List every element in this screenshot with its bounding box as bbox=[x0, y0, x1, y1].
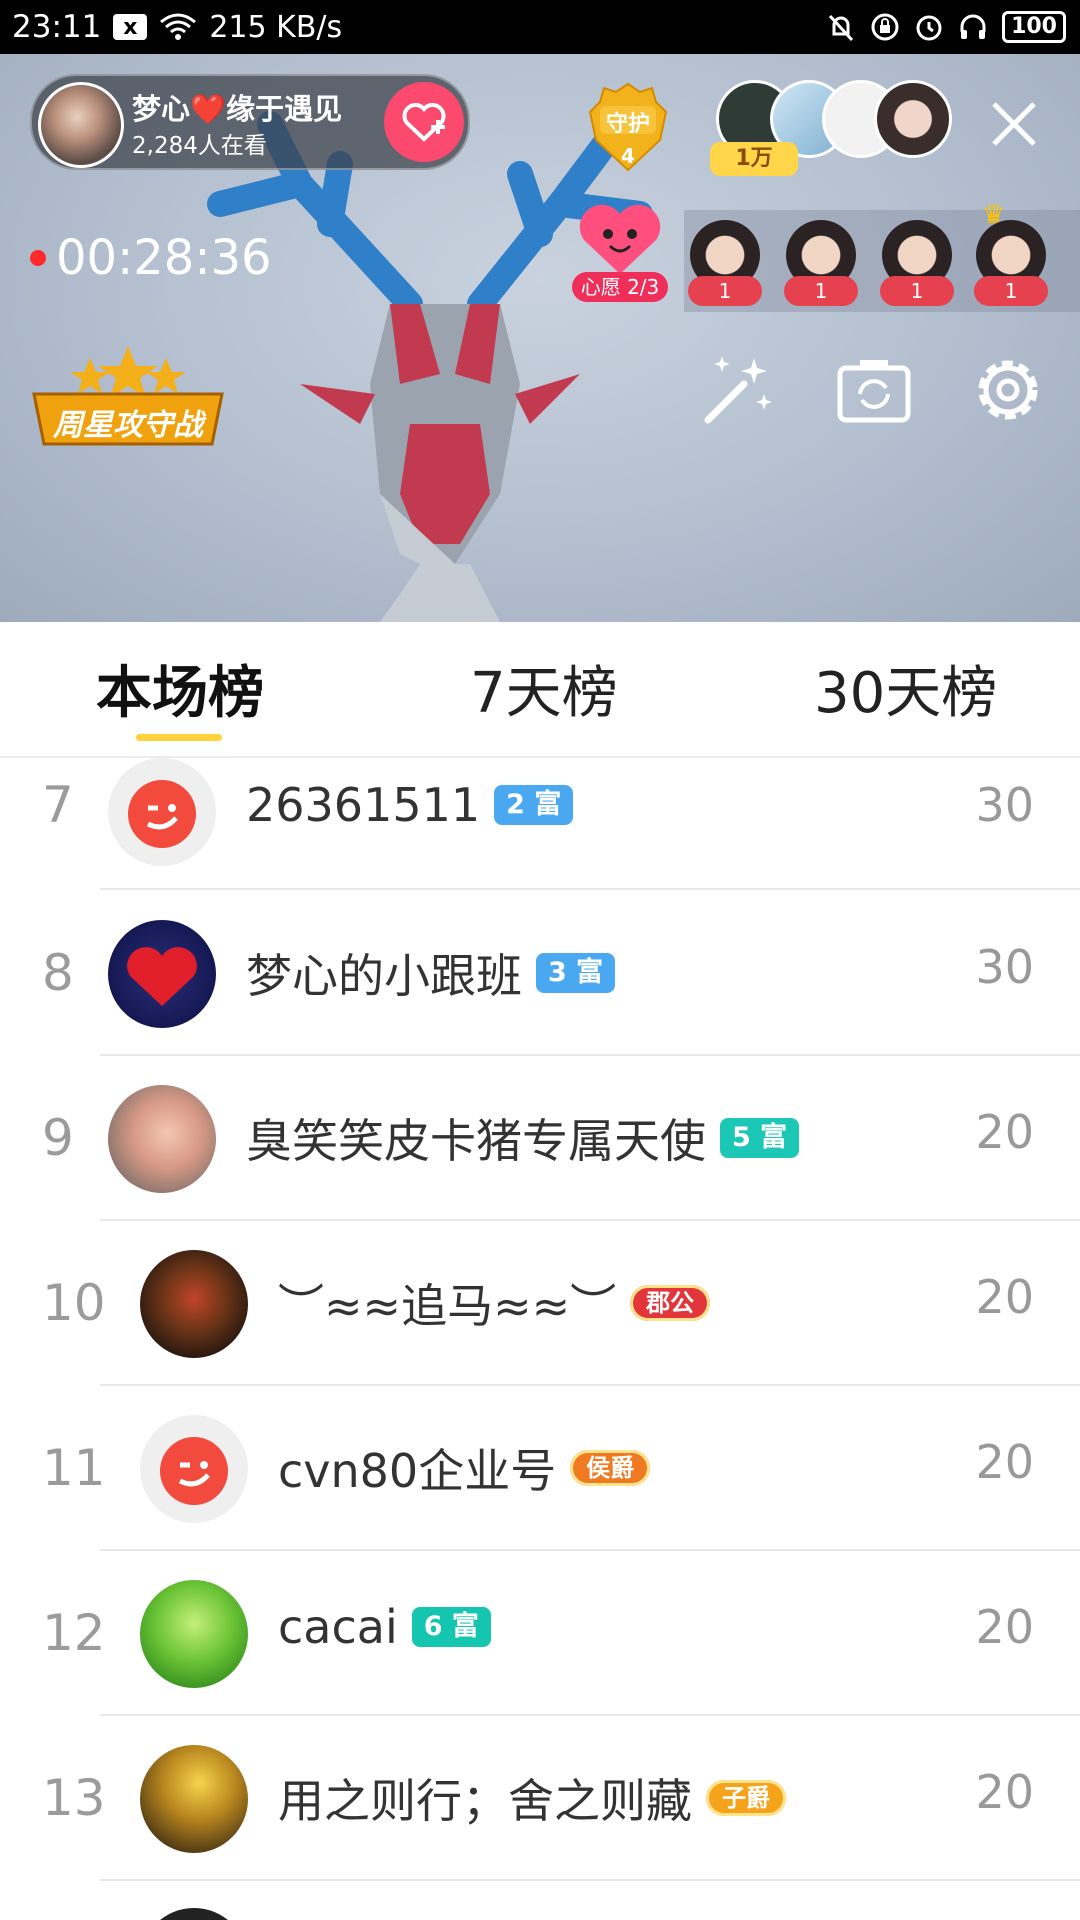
avatar[interactable] bbox=[140, 1250, 248, 1358]
heart-avatar-icon bbox=[127, 947, 197, 1006]
avatar[interactable] bbox=[140, 1580, 248, 1688]
host-name: 梦心❤️缘于遇见 bbox=[132, 92, 343, 126]
list-item[interactable]: 9 臭笑笑皮卡猪专属天使 5 富 20 bbox=[0, 1055, 1080, 1221]
fan-avatar[interactable] bbox=[874, 80, 952, 158]
wish-progress: 心愿 2/3 bbox=[572, 272, 668, 302]
contributor-4[interactable]: ♛ 1 bbox=[974, 200, 1048, 310]
list-item[interactable]: 12 cacai 6 富 20 bbox=[0, 1550, 1080, 1716]
live-timer: 00:28:36 bbox=[30, 230, 272, 286]
divider bbox=[100, 1879, 1080, 1881]
score: 30 bbox=[975, 778, 1034, 832]
score: 20 bbox=[975, 1600, 1034, 1654]
rank-number: 12 bbox=[42, 1604, 106, 1662]
username: cvn80企业号 侯爵 bbox=[278, 1435, 651, 1501]
heart-plus-icon bbox=[402, 103, 446, 142]
avatar[interactable] bbox=[140, 1908, 248, 1920]
score: 20 bbox=[975, 1435, 1034, 1489]
tab-7-days[interactable]: 7天榜 bbox=[470, 648, 618, 729]
network-speed: 215 KB/s bbox=[209, 9, 343, 45]
close-icon bbox=[992, 102, 1036, 146]
gear-icon bbox=[978, 360, 1038, 420]
list-item[interactable]: 11 cvn80企业号 侯爵 20 bbox=[0, 1385, 1080, 1551]
rank-number: 11 bbox=[42, 1439, 106, 1497]
default-avatar-icon bbox=[160, 1437, 228, 1505]
noble-title-badge: 郡公 bbox=[630, 1285, 711, 1321]
avatar[interactable] bbox=[140, 1745, 248, 1853]
beauty-magic-button[interactable] bbox=[698, 350, 778, 430]
tab-current-session[interactable]: 本场榜 bbox=[96, 648, 264, 729]
settings-button[interactable] bbox=[968, 350, 1048, 430]
battery-indicator: 100 bbox=[1002, 11, 1066, 43]
noble-title-badge: 子爵 bbox=[706, 1780, 786, 1816]
list-item[interactable]: 13 用之则行；舍之则藏 子爵 20 bbox=[0, 1715, 1080, 1881]
avatar[interactable] bbox=[140, 1415, 248, 1523]
active-tab-indicator bbox=[136, 734, 222, 741]
alarm-icon bbox=[916, 15, 942, 41]
heart-face-icon bbox=[579, 204, 661, 274]
tab-30-days[interactable]: 30天榜 bbox=[814, 648, 997, 729]
username: 26361511 2 富 bbox=[246, 778, 574, 832]
contributor-1[interactable]: 1 bbox=[688, 220, 762, 310]
top-contributors-strip[interactable]: 1 1 1 ♛ 1 bbox=[684, 200, 1080, 312]
host-info-pill[interactable]: 梦心❤️缘于遇见 2,284人在看 bbox=[30, 74, 470, 170]
ranking-tabs: 本场榜 7天榜 30天榜 bbox=[0, 622, 1080, 758]
rank-number: 7 bbox=[42, 776, 74, 834]
lock-rotation-icon bbox=[871, 13, 899, 41]
username: cacai 6 富 bbox=[278, 1600, 491, 1654]
wifi-icon bbox=[160, 13, 197, 40]
top-fans-avatars[interactable]: 1万 bbox=[710, 80, 952, 176]
guard-badge[interactable]: 守护 4 bbox=[586, 82, 670, 174]
username: 梦心的小跟班 3 富 bbox=[246, 940, 616, 1006]
rank-number: 9 bbox=[42, 1109, 74, 1167]
weekly-star-label: 周星攻守战 bbox=[53, 408, 203, 443]
username: ︶≈≈追马≈≈︶ 郡公 bbox=[278, 1270, 711, 1336]
default-avatar-icon bbox=[128, 780, 196, 848]
ranking-list[interactable]: 7 26361511 2 富 30 8 梦心的小跟班 3 富 30 9 臭笑笑皮… bbox=[0, 756, 1080, 1920]
guard-label: 守护 bbox=[605, 112, 650, 137]
score: 30 bbox=[975, 940, 1034, 994]
notification-icon: x bbox=[113, 14, 148, 40]
headphones-icon bbox=[960, 14, 986, 39]
score: 20 bbox=[975, 1765, 1034, 1819]
wealth-level-badge: 3 富 bbox=[536, 953, 616, 993]
live-stream-view[interactable]: 梦心❤️缘于遇见 2,284人在看 守护 4 1万 00:28:36 心愿 2/… bbox=[0, 54, 1080, 622]
contributor-2[interactable]: 1 bbox=[784, 220, 858, 310]
follow-button[interactable] bbox=[384, 82, 464, 162]
rank-number: 8 bbox=[42, 944, 74, 1002]
list-item[interactable]: 8 梦心的小跟班 3 富 30 bbox=[0, 890, 1080, 1056]
avatar[interactable] bbox=[108, 1085, 216, 1193]
viewer-count: 2,284人在看 bbox=[132, 133, 267, 159]
weekly-star-battle-badge[interactable]: 周星攻守战 bbox=[30, 344, 226, 448]
host-avatar[interactable] bbox=[38, 82, 124, 168]
guard-count: 4 bbox=[621, 144, 635, 168]
rank-number: 13 bbox=[42, 1769, 106, 1827]
username: 臭笑笑皮卡猪专属天使 5 富 bbox=[246, 1105, 800, 1171]
wealth-level-badge: 5 富 bbox=[720, 1118, 800, 1158]
rank-number: 10 bbox=[42, 1274, 106, 1332]
wealth-level-badge: 6 富 bbox=[411, 1607, 491, 1647]
close-button[interactable] bbox=[984, 94, 1044, 154]
username: 用之则行；舍之则藏 子爵 bbox=[278, 1765, 786, 1831]
magic-wand-icon bbox=[704, 356, 772, 424]
score: 20 bbox=[975, 1105, 1034, 1159]
avatar[interactable] bbox=[108, 758, 216, 866]
status-bar: 23:11 x 215 KB/s 100 bbox=[0, 0, 1080, 54]
score: 20 bbox=[975, 1270, 1034, 1324]
clock: 23:11 bbox=[12, 9, 102, 45]
noble-title-badge: 侯爵 bbox=[570, 1450, 651, 1486]
avatar[interactable] bbox=[108, 920, 216, 1028]
contributor-3[interactable]: 1 bbox=[880, 220, 954, 310]
wealth-level-badge: 2 富 bbox=[494, 785, 574, 825]
mute-bell-icon bbox=[828, 14, 854, 42]
list-item[interactable]: 10 ︶≈≈追马≈≈︶ 郡公 20 bbox=[0, 1220, 1080, 1386]
wish-widget[interactable]: 心愿 2/3 bbox=[572, 204, 668, 304]
switch-camera-button[interactable] bbox=[834, 350, 914, 430]
fan-count-badge: 1万 bbox=[710, 142, 798, 176]
recording-dot bbox=[30, 250, 46, 266]
elapsed-time: 00:28:36 bbox=[56, 230, 272, 286]
camera-flip-icon bbox=[837, 360, 911, 423]
